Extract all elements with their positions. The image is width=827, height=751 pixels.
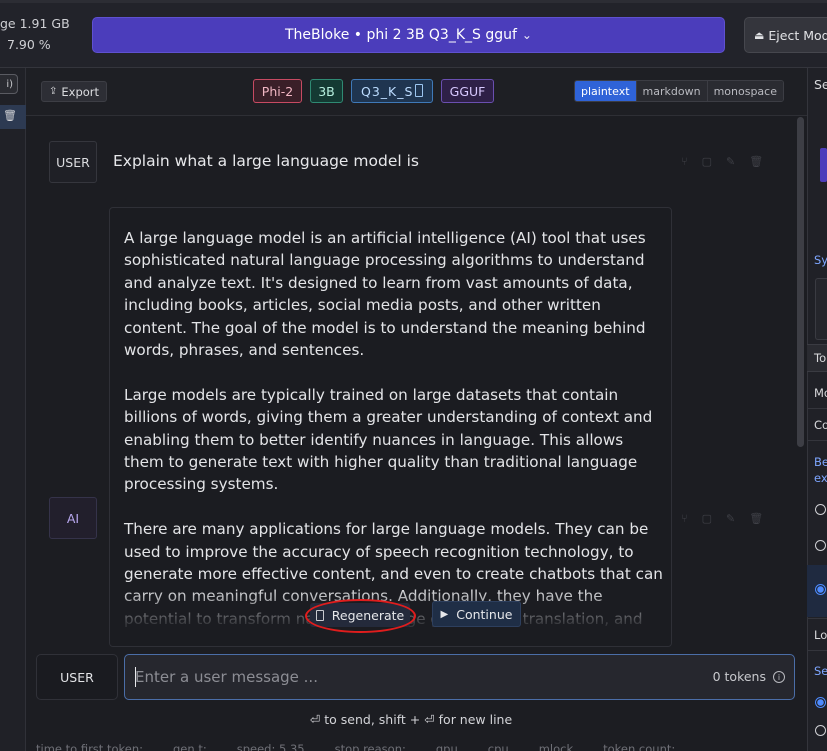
model-quant-tag[interactable]: Q3_K_S	[351, 79, 433, 103]
divider	[807, 408, 827, 409]
continue-button[interactable]: ▶ Continue	[432, 601, 521, 627]
copy-icon[interactable]: ▢	[702, 512, 712, 525]
info-icon[interactable]: i	[773, 671, 785, 683]
ai-message-bubble: A large language model is an artificial …	[109, 207, 672, 647]
branch-icon[interactable]: ⑂	[681, 155, 688, 168]
model-size-tag: 3B	[310, 79, 343, 103]
user-message-text: Explain what a large language model is	[113, 152, 419, 170]
stat-item: token count:	[603, 742, 676, 751]
divider	[807, 650, 827, 651]
export-label: Export	[61, 84, 100, 99]
stat-item: time to first token:	[36, 742, 143, 751]
behavior-radio-2[interactable]	[815, 540, 826, 551]
copy-icon[interactable]: ▢	[702, 155, 712, 168]
divider	[807, 618, 827, 619]
model-selector[interactable]: TheBloke • phi 2 3B Q3_K_S gguf ⌄	[92, 17, 725, 53]
format-plaintext-option[interactable]: plaintext	[575, 81, 636, 101]
generation-stats: time to first token: gen t: speed: 5.35 …	[36, 742, 796, 751]
settings-behavior-label: Be	[814, 455, 827, 469]
preset-selector[interactable]	[820, 148, 827, 182]
message-input[interactable]	[135, 665, 675, 689]
system-prompt-input[interactable]	[815, 278, 827, 340]
delete-icon[interactable]: 🗑	[749, 155, 763, 168]
settings-radio-1[interactable]	[815, 697, 826, 708]
ai-message-text: A large language model is an artificial …	[124, 227, 664, 646]
settings-panel-header: Se	[814, 77, 827, 92]
chevron-down-icon: ⌄	[521, 28, 532, 42]
system-prompt-label: Sy	[814, 253, 827, 267]
copy-icon	[415, 84, 423, 97]
message-input-container[interactable]: 0 tokens i	[124, 654, 795, 700]
stat-item: stop reason:	[334, 742, 406, 751]
settings-logs-label[interactable]: Lo	[814, 628, 827, 642]
eject-label: Eject Model	[768, 27, 827, 43]
stat-item: mlock	[538, 742, 574, 751]
divider	[807, 440, 827, 441]
settings-behavior-sublabel: ex	[814, 471, 827, 485]
trash-icon[interactable]: 🗑	[3, 109, 17, 122]
settings-context-label[interactable]: Co	[814, 418, 827, 432]
export-icon: ⇪	[49, 86, 58, 97]
stat-item: cpu	[487, 742, 509, 751]
settings-radio-2[interactable]	[815, 725, 826, 736]
user-role-toggle[interactable]: USER	[49, 141, 97, 183]
top-bar-hairline	[0, 0, 827, 3]
output-format-toggle: plaintext markdown monospace	[574, 80, 784, 102]
settings-section-label: Se	[814, 664, 827, 678]
play-icon: ▶	[440, 608, 449, 620]
behavior-radio-1[interactable]	[815, 504, 826, 515]
quant-label: Q3_K_S	[361, 83, 414, 99]
model-arch-tag: Phi-2	[253, 79, 302, 103]
format-markdown-option[interactable]: markdown	[635, 81, 707, 101]
export-button[interactable]: ⇪ Export	[41, 81, 108, 102]
settings-tools-label[interactable]: To	[814, 351, 826, 365]
user-message-actions: ⑂ ▢ ✎ 🗑	[681, 155, 763, 168]
ai-role-toggle[interactable]: AI	[49, 497, 97, 539]
format-monospace-option[interactable]: monospace	[706, 81, 783, 101]
annotation-circle	[305, 599, 416, 633]
text-caret	[135, 667, 136, 687]
settings-model-label[interactable]: Mo	[814, 386, 827, 400]
cpu-usage-label: 7.90 %	[7, 37, 51, 52]
eject-model-button[interactable]: ⏏ Eject Model	[744, 17, 827, 53]
model-format-tag: GGUF	[441, 79, 494, 103]
left-sidebar	[0, 68, 26, 751]
eject-icon: ⏏	[754, 28, 765, 42]
input-role-toggle[interactable]: USER	[36, 654, 118, 700]
ai-message-actions: ⑂ ▢ ✎ 🗑	[681, 512, 763, 525]
stat-item: speed: 5.35	[236, 742, 305, 751]
behavior-radio-3[interactable]	[815, 584, 826, 595]
model-name: TheBloke • phi 2 3B Q3_K_S gguf	[285, 27, 517, 43]
branch-icon[interactable]: ⑂	[681, 512, 688, 525]
chat-scrollbar-thumb[interactable]	[797, 117, 804, 447]
sidebar-chip[interactable]: i)	[0, 74, 18, 94]
stat-item: gen t:	[173, 742, 207, 751]
ai-paragraph: A large language model is an artificial …	[124, 229, 646, 360]
edit-icon[interactable]: ✎	[726, 155, 735, 168]
stat-item: gpu	[435, 742, 458, 751]
continue-label: Continue	[456, 606, 513, 622]
ram-usage-label: ge 1.91 GB	[0, 16, 70, 31]
token-count: 0 tokens	[712, 669, 766, 684]
send-hint: ⏎ to send, shift + ⏎ for new line	[309, 712, 513, 727]
ai-paragraph: Large models are typically trained on la…	[124, 385, 653, 494]
edit-icon[interactable]: ✎	[726, 512, 735, 525]
delete-icon[interactable]: 🗑	[749, 512, 763, 525]
